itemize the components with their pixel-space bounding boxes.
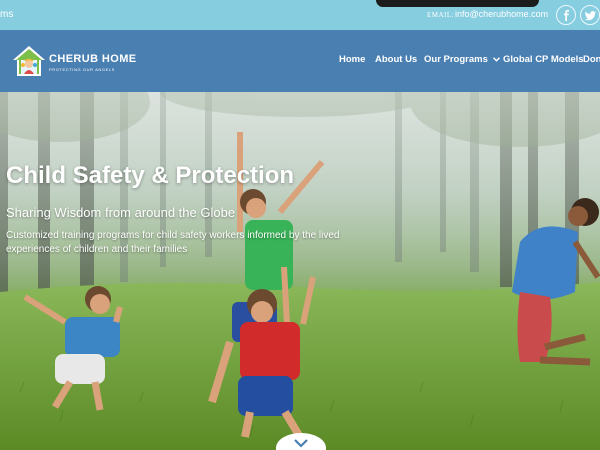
nav-global-cp-models[interactable]: Global CP Models — [503, 54, 584, 65]
hero-photo-children-jumping — [0, 92, 600, 450]
nav-our-programs-label: Our Programs — [424, 54, 488, 65]
twitter-button[interactable] — [580, 5, 600, 25]
chevron-down-icon — [492, 57, 500, 62]
email-label: EMAIL: — [427, 11, 455, 19]
facebook-icon — [563, 9, 569, 21]
twitter-icon — [584, 10, 596, 20]
facebook-button[interactable] — [556, 5, 576, 25]
hero-section: Child Safety & Protection Sharing Wisdom… — [0, 92, 600, 450]
hero-title: Child Safety & Protection — [6, 162, 295, 189]
hero-subtitle: Sharing Wisdom from around the Globe — [6, 205, 236, 220]
nav-about-us[interactable]: About Us — [375, 54, 417, 65]
main-nav: Home About Us Our Programs Global CP Mod… — [0, 54, 600, 68]
chevron-down-icon — [294, 439, 308, 448]
email-link[interactable]: info@cherubhome.com — [455, 9, 548, 19]
topbar-left-text: ms — [0, 9, 14, 20]
nav-home[interactable]: Home — [339, 54, 365, 65]
site-header: CHERUB HOME PROTECTING OUR ANGELS Home A… — [0, 30, 600, 92]
nav-our-programs[interactable]: Our Programs — [424, 54, 500, 65]
nav-donate[interactable]: Donat — [583, 54, 600, 65]
top-bar: ms EMAIL: info@cherubhome.com — [0, 0, 600, 30]
topbar-dark-tab — [376, 0, 539, 7]
hero-description: Customized training programs for child s… — [6, 230, 340, 255]
